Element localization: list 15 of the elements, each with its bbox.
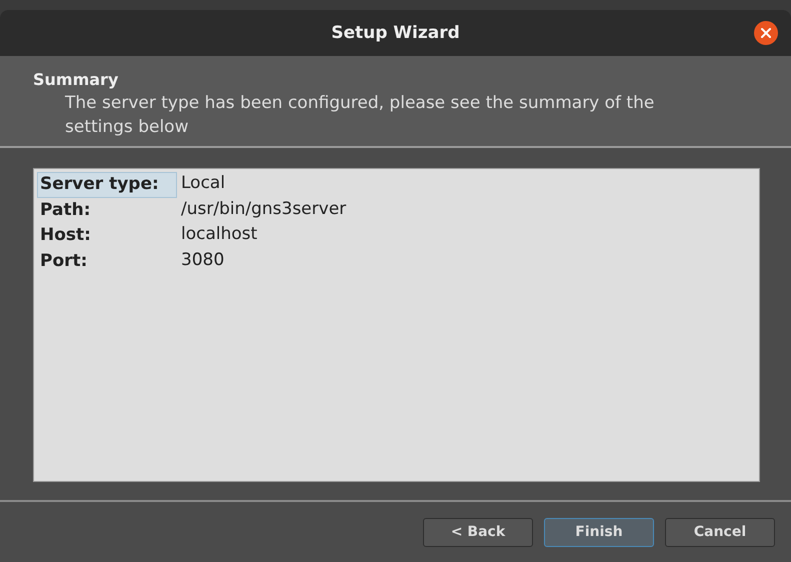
setting-value: 3080 xyxy=(181,248,224,272)
dialog-button[interactable]: Finish xyxy=(544,518,654,546)
setting-label: Host: xyxy=(39,224,92,247)
setting-label: Port: xyxy=(39,250,88,272)
setting-value: Local xyxy=(181,172,226,195)
dialog-button[interactable]: < Back xyxy=(423,518,533,546)
close-icon[interactable] xyxy=(754,21,778,45)
setting-value: /usr/bin/gns3server xyxy=(181,198,346,220)
page-title: Summary xyxy=(33,70,120,89)
dialog-button[interactable]: Cancel xyxy=(665,518,775,546)
window-title: Setup Wizard xyxy=(331,23,460,43)
setting-label: Server type: xyxy=(37,172,177,198)
setting-label: Path: xyxy=(39,198,92,222)
page-subtitle: The server type has been configured, please see the summary of the settings below xyxy=(64,92,656,139)
setting-value: localhost xyxy=(181,223,258,246)
